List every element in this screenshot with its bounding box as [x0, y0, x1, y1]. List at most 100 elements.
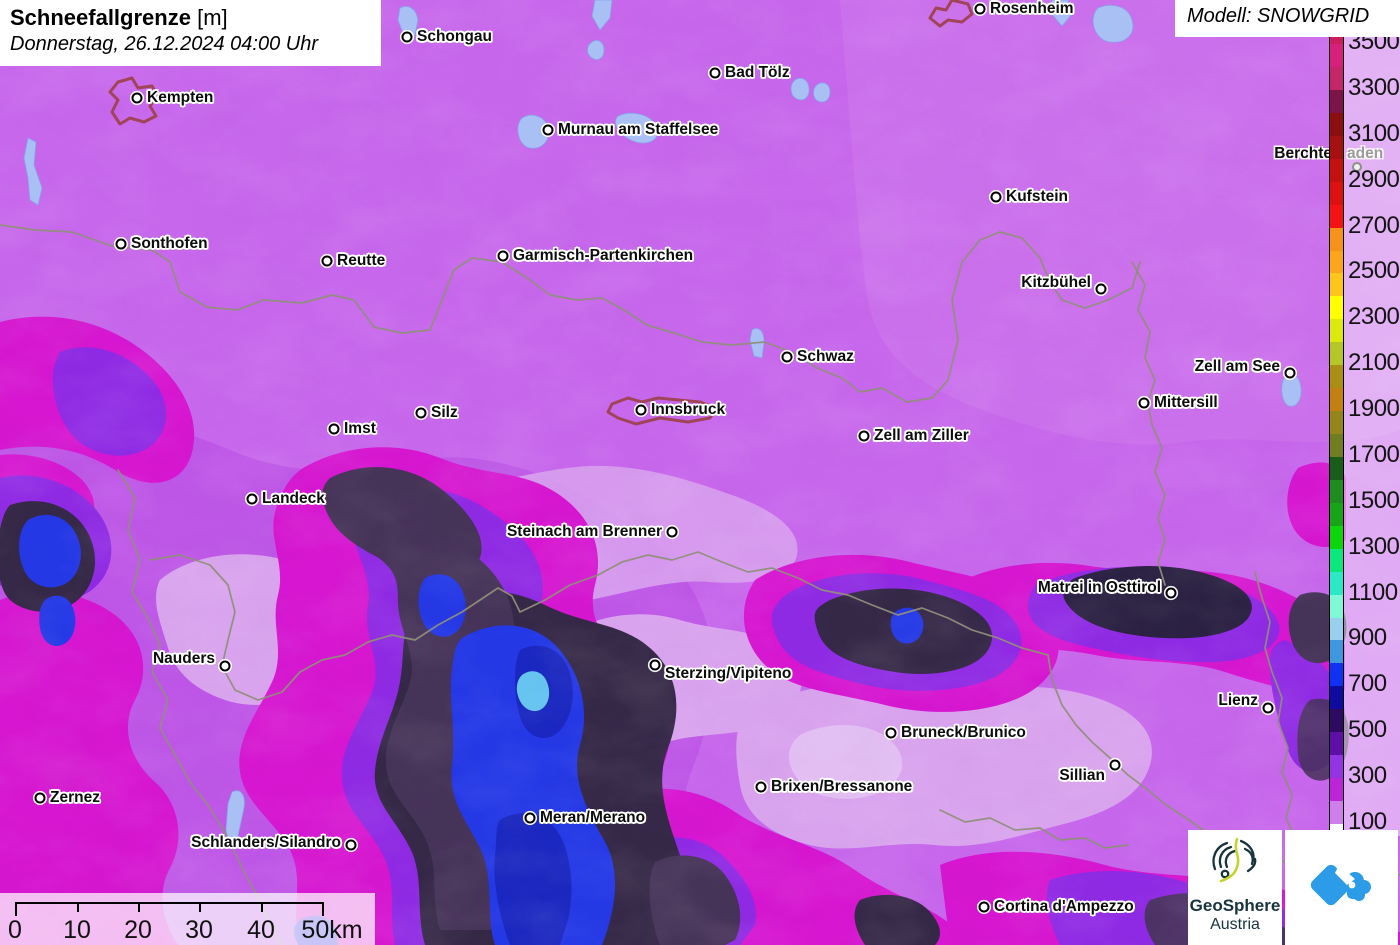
city-marker-schwaz: [782, 352, 793, 363]
city-label-murnau-am-staffelsee: Murnau am Staffelsee: [558, 121, 718, 139]
colorbar-tick-1100: 1100: [1348, 579, 1398, 607]
city-marker-brixen-bressanone: [756, 782, 767, 793]
city-marker-meran-merano: [525, 813, 536, 824]
city-marker-schlanders-silandro: [346, 840, 357, 851]
city-label-sillian: Sillian: [1059, 767, 1105, 785]
city-label-kempten: Kempten: [147, 89, 213, 107]
colorbar-tick-1700: 1700: [1348, 441, 1399, 469]
city-marker-landeck: [247, 494, 258, 505]
colorbar-segment-2200: [1330, 318, 1343, 342]
colorbar-segment-2800: [1330, 181, 1343, 205]
colorbar-segment-2900: [1330, 158, 1343, 182]
city-label-reutte: Reutte: [337, 252, 385, 270]
title-unit: [m]: [197, 5, 228, 30]
city-marker-zell-am-ziller: [859, 431, 870, 442]
colorbar-segment-300: [1330, 754, 1343, 778]
colorbar-segment-500: [1330, 708, 1343, 732]
city-label-schlanders-silandro: Schlanders/Silandro: [191, 834, 341, 852]
city-marker-innsbruck: [636, 405, 647, 416]
scalebar-label-30: 30: [185, 916, 213, 945]
city-label-bad-t-lz: Bad Tölz: [725, 64, 790, 82]
city-label-landeck: Landeck: [262, 490, 325, 508]
colorbar-segment-1600: [1330, 456, 1343, 480]
mountain-cloud-logo-icon: [1303, 855, 1381, 921]
city-marker-zernez: [35, 793, 46, 804]
city-marker-matrei-in-osttirol: [1166, 588, 1177, 599]
scalebar-label-40: 40: [247, 916, 275, 945]
colorbar-segment-400: [1330, 731, 1343, 755]
colorbar-tick-3100: 3100: [1348, 120, 1399, 148]
city-marker-zell-am-see: [1285, 368, 1296, 379]
city-label-berchtesgaden-left: Berchte: [1240, 145, 1332, 163]
geosphere-logo-box: GeoSphere Austria: [1188, 830, 1282, 945]
city-label-innsbruck: Innsbruck: [651, 401, 725, 419]
colorbar-segment-2300: [1330, 295, 1343, 319]
city-marker-sonthofen: [116, 239, 127, 250]
colorbar-segment-2700: [1330, 204, 1343, 228]
colorbar-segment-700: [1330, 662, 1343, 686]
scalebar-tick-40: [261, 902, 263, 912]
city-label-mittersill: Mittersill: [1154, 394, 1218, 412]
city-marker-cortina-d-ampezzo: [979, 902, 990, 913]
geosphere-logo-country: Austria: [1188, 916, 1282, 934]
scalebar-label-20: 20: [124, 916, 152, 945]
map-title: Schneefallgrenze [m]: [10, 4, 371, 32]
colorbar-segment-1900: [1330, 387, 1343, 411]
colorbar-segment-800: [1330, 639, 1343, 663]
colorbar-tick-3300: 3300: [1348, 74, 1399, 102]
colorbar-tick-2300: 2300: [1348, 303, 1399, 331]
map-title-box: Schneefallgrenze [m] Donnerstag, 26.12.2…: [0, 0, 381, 66]
hillshade-texture-2: [0, 0, 1400, 945]
city-label-nauders: Nauders: [153, 650, 215, 668]
colorbar-segment-2100: [1330, 341, 1343, 365]
city-marker-imst: [329, 424, 340, 435]
colorbar-tick-2700: 2700: [1348, 212, 1399, 240]
city-marker-bad-t-lz: [710, 68, 721, 79]
city-label-schongau: Schongau: [417, 28, 492, 46]
city-label-meran-merano: Meran/Merano: [540, 809, 645, 827]
city-marker-rosenheim: [975, 4, 986, 15]
city-marker-mittersill: [1139, 398, 1150, 409]
colorbar: [1329, 19, 1344, 845]
colorbar-segment-1200: [1330, 548, 1343, 572]
scalebar-tick-0: [15, 902, 17, 916]
colorbar-segment-1500: [1330, 479, 1343, 503]
city-label-schwaz: Schwaz: [797, 348, 854, 366]
city-marker-garmisch-partenkirchen: [498, 251, 509, 262]
city-label-brixen-bressanone: Brixen/Bressanone: [771, 778, 912, 796]
city-marker-schongau: [402, 32, 413, 43]
city-label-sterzing-vipiteno: Sterzing/Vipiteno: [665, 665, 791, 683]
colorbar-segment-1000: [1330, 594, 1343, 618]
colorbar-segment-900: [1330, 617, 1343, 641]
scalebar-tick-20: [138, 902, 140, 912]
colorbar-segment-2000: [1330, 364, 1343, 388]
city-label-imst: Imst: [344, 420, 376, 438]
city-label-garmisch-partenkirchen: Garmisch-Partenkirchen: [513, 247, 693, 265]
snowfall-limit-map: [0, 0, 1400, 945]
city-label-silz: Silz: [431, 404, 458, 422]
city-label-kufstein: Kufstein: [1006, 188, 1068, 206]
city-label-rosenheim: Rosenheim: [990, 0, 1074, 18]
title-parameter: Schneefallgrenze: [10, 5, 191, 30]
model-label: Modell: SNOWGRID: [1175, 0, 1400, 37]
scalebar-line: [15, 902, 324, 904]
city-label-kitzb-hel: Kitzbühel: [1021, 274, 1091, 292]
city-marker-reutte: [322, 256, 333, 267]
city-label-lienz: Lienz: [1218, 692, 1258, 710]
colorbar-tick-1300: 1300: [1348, 533, 1399, 561]
city-marker-murnau-am-staffelsee: [543, 125, 554, 136]
colorbar-segment-1400: [1330, 502, 1343, 526]
colorbar-segment-1300: [1330, 525, 1343, 549]
city-marker-kitzb-hel: [1096, 284, 1107, 295]
city-marker-lienz: [1263, 703, 1274, 714]
city-label-zell-am-ziller: Zell am Ziller: [874, 427, 969, 445]
city-marker-kufstein: [991, 192, 1002, 203]
colorbar-segment-3000: [1330, 135, 1343, 159]
colorbar-tick-900: 900: [1348, 624, 1387, 652]
scalebar-label-50km: 50km: [301, 916, 362, 945]
colorbar-tick-500: 500: [1348, 716, 1387, 744]
colorbar-segment-3200: [1330, 89, 1343, 113]
map-datetime: Donnerstag, 26.12.2024 04:00 Uhr: [10, 32, 371, 56]
city-marker-sillian: [1110, 760, 1121, 771]
colorbar-tick-300: 300: [1348, 762, 1387, 790]
